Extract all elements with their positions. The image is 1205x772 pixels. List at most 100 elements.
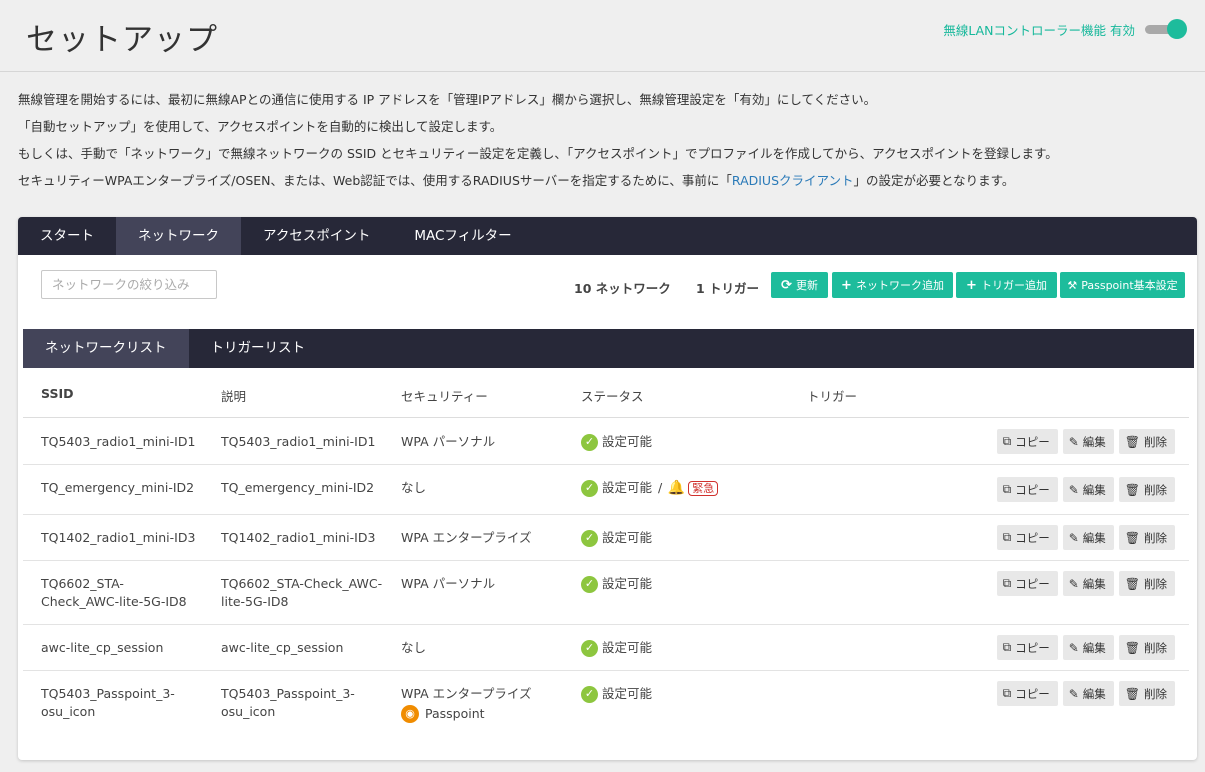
- intro-line-2: 「自動セットアップ」を使用して、アクセスポイントを自動的に検出して設定します。: [18, 119, 503, 134]
- row-status: ✓ 設定可能: [581, 529, 652, 547]
- copy-icon: ⧉: [1002, 482, 1012, 496]
- copy-button[interactable]: ⧉ コピー: [996, 571, 1058, 596]
- radius-client-link[interactable]: RADIUSクライアント: [732, 173, 854, 188]
- pencil-icon: ✎: [1068, 482, 1079, 497]
- table-row[interactable]: TQ6602_STA-Check_AWC-lite-5G-ID8 TQ6602_…: [23, 561, 1189, 625]
- refresh-button[interactable]: ⟳ 更新: [771, 272, 828, 298]
- trigger-count: 1 トリガー: [696, 281, 760, 296]
- copy-button[interactable]: ⧉ コピー: [996, 429, 1058, 454]
- controller-status: 無線LANコントローラー機能 有効: [943, 19, 1187, 39]
- row-status: ✓ 設定可能 / 🔔 緊急: [581, 479, 719, 497]
- table-row[interactable]: TQ1402_radio1_mini-ID3 TQ1402_radio1_min…: [23, 515, 1189, 561]
- row-actions: ⧉ コピー ✎ 編集 🗑 削除: [992, 571, 1175, 596]
- row-desc: TQ1402_radio1_mini-ID3: [221, 530, 376, 545]
- col-ssid[interactable]: SSID: [41, 386, 73, 401]
- tab-network-list[interactable]: ネットワークリスト: [23, 329, 189, 368]
- copy-button[interactable]: ⧉ コピー: [996, 525, 1058, 550]
- check-circle-icon: ✓: [581, 575, 598, 593]
- status-text: 設定可能: [602, 434, 653, 449]
- main-tabs: スタート ネットワーク アクセスポイント MACフィルター: [18, 217, 1197, 255]
- edit-button[interactable]: ✎ 編集: [1062, 571, 1114, 596]
- row-ssid: TQ_emergency_mini-ID2: [41, 480, 195, 495]
- col-trigger[interactable]: トリガー: [807, 386, 857, 405]
- intro-line-4: セキュリティーWPAエンタープライズ/OSEN、または、Web認証では、使用する…: [18, 171, 1058, 198]
- edit-label: 編集: [1082, 434, 1106, 449]
- network-filter-input[interactable]: [41, 270, 217, 299]
- col-security[interactable]: セキュリティー: [401, 386, 488, 405]
- col-desc[interactable]: 説明: [221, 386, 246, 405]
- row-security: WPA エンタープライズ ◉ Passpoint: [401, 685, 571, 723]
- edit-label: 編集: [1082, 640, 1106, 655]
- row-security: なし: [401, 640, 427, 655]
- check-circle-icon: ✓: [581, 685, 598, 703]
- pencil-icon: ✎: [1068, 640, 1079, 655]
- copy-icon: ⧉: [1002, 686, 1012, 700]
- refresh-icon: ⟳: [781, 277, 792, 293]
- add-network-button[interactable]: + ネットワーク追加: [832, 272, 953, 298]
- edit-button[interactable]: ✎ 編集: [1062, 635, 1114, 660]
- edit-label: 編集: [1082, 530, 1106, 545]
- add-trigger-button[interactable]: + トリガー追加: [956, 272, 1057, 298]
- row-status: ✓ 設定可能: [581, 433, 652, 451]
- copy-label: コピー: [1015, 686, 1050, 701]
- plus-icon: +: [841, 277, 852, 293]
- tab-mac-filter[interactable]: MACフィルター: [392, 217, 533, 255]
- tab-network[interactable]: ネットワーク: [116, 217, 241, 255]
- tab-trigger-list[interactable]: トリガーリスト: [189, 329, 328, 368]
- wand-icon: ⚒: [1067, 278, 1078, 292]
- copy-icon: ⧉: [1002, 640, 1012, 654]
- edit-label: 編集: [1082, 482, 1106, 497]
- tab-start[interactable]: スタート: [18, 217, 116, 255]
- copy-label: コピー: [1015, 640, 1050, 655]
- copy-label: コピー: [1015, 530, 1050, 545]
- row-security: WPA エンタープライズ: [401, 530, 532, 545]
- passpoint-label: Passpoint: [425, 706, 485, 721]
- delete-button[interactable]: 🗑 削除: [1118, 477, 1175, 502]
- network-toolbar: 10 ネットワーク 1 トリガー ⟳ 更新 + ネットワーク追加 + トリガー追…: [18, 255, 1197, 329]
- check-circle-icon: ✓: [581, 433, 598, 451]
- tab-access-point[interactable]: アクセスポイント: [241, 217, 392, 255]
- table-header: SSID 説明 セキュリティー ステータス トリガー: [23, 368, 1189, 418]
- status-separator: /: [658, 480, 663, 495]
- edit-button[interactable]: ✎ 編集: [1062, 477, 1114, 502]
- table-row[interactable]: TQ5403_radio1_mini-ID1 TQ5403_radio1_min…: [23, 419, 1189, 465]
- delete-button[interactable]: 🗑 削除: [1118, 635, 1175, 660]
- edit-button[interactable]: ✎ 編集: [1062, 525, 1114, 550]
- controller-toggle[interactable]: [1145, 19, 1187, 39]
- row-security: WPA パーソナル: [401, 434, 496, 449]
- delete-label: 削除: [1144, 576, 1167, 591]
- delete-button[interactable]: 🗑 削除: [1118, 571, 1175, 596]
- row-status: ✓ 設定可能: [581, 639, 652, 657]
- row-ssid: TQ1402_radio1_mini-ID3: [41, 530, 196, 545]
- copy-icon: ⧉: [1002, 434, 1012, 448]
- setup-panel: スタート ネットワーク アクセスポイント MACフィルター 10 ネットワーク …: [18, 217, 1197, 760]
- page-header: セットアップ 無線LANコントローラー機能 有効: [0, 0, 1205, 72]
- status-text: 設定可能: [602, 686, 653, 701]
- passpoint-settings-button[interactable]: ⚒ Passpoint基本設定: [1060, 272, 1185, 298]
- page-title: セットアップ: [26, 22, 218, 58]
- delete-button[interactable]: 🗑 削除: [1118, 429, 1175, 454]
- trash-icon: 🗑: [1124, 640, 1140, 655]
- delete-button[interactable]: 🗑 削除: [1118, 525, 1175, 550]
- trash-icon: 🗑: [1124, 434, 1140, 449]
- copy-button[interactable]: ⧉ コピー: [996, 681, 1058, 706]
- row-status: ✓ 設定可能: [581, 685, 652, 703]
- toggle-knob: [1167, 19, 1187, 39]
- copy-button[interactable]: ⧉ コピー: [996, 477, 1058, 502]
- edit-button[interactable]: ✎ 編集: [1062, 681, 1114, 706]
- table-row[interactable]: awc-lite_cp_session awc-lite_cp_session …: [23, 625, 1189, 671]
- pencil-icon: ✎: [1068, 530, 1079, 545]
- table-row[interactable]: TQ_emergency_mini-ID2 TQ_emergency_mini-…: [23, 465, 1189, 515]
- copy-button[interactable]: ⧉ コピー: [996, 635, 1058, 660]
- row-ssid: awc-lite_cp_session: [41, 640, 164, 655]
- col-status[interactable]: ステータス: [581, 386, 644, 405]
- trash-icon: 🗑: [1124, 576, 1140, 591]
- delete-label: 削除: [1144, 530, 1167, 545]
- network-count: 10 ネットワーク: [574, 281, 671, 296]
- row-desc: TQ6602_STA-Check_AWC-lite-5G-ID8: [221, 576, 383, 609]
- row-actions: ⧉ コピー ✎ 編集 🗑 削除: [992, 525, 1175, 550]
- table-row[interactable]: TQ5403_Passpoint_3-osu_icon TQ5403_Passp…: [23, 671, 1189, 735]
- delete-button[interactable]: 🗑 削除: [1118, 681, 1175, 706]
- wifi-icon: ◉: [401, 705, 419, 723]
- edit-button[interactable]: ✎ 編集: [1062, 429, 1114, 454]
